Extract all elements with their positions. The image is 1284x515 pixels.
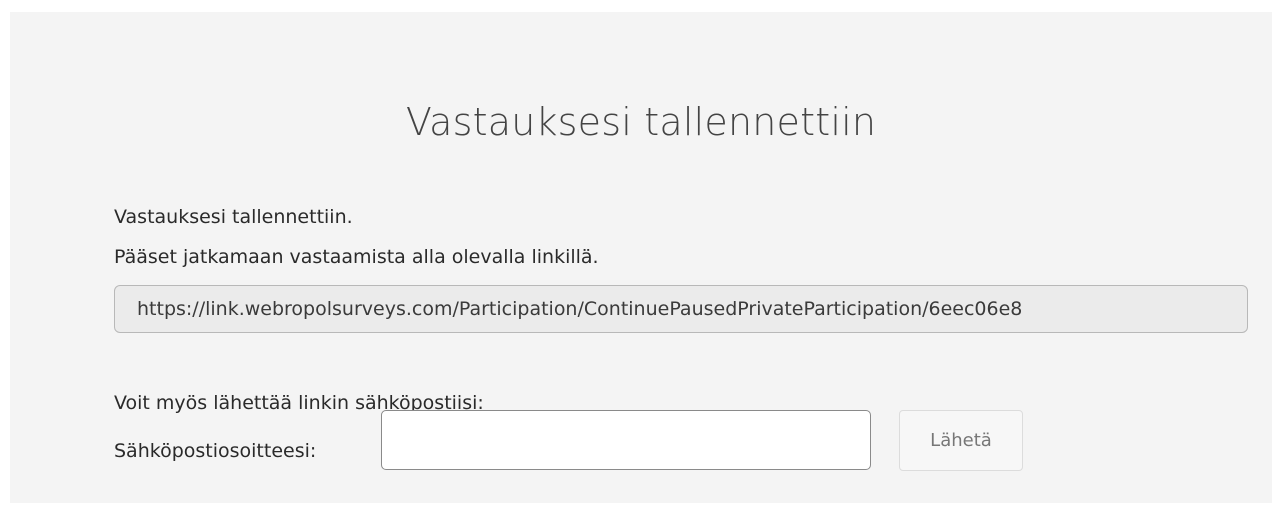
email-label: Sähköpostiosoitteesi: <box>114 440 317 462</box>
send-button[interactable]: Lähetä <box>899 410 1023 471</box>
page-title: Vastauksesi tallennettiin <box>405 100 877 144</box>
continue-link-field[interactable] <box>114 285 1248 333</box>
saved-message: Vastauksesi tallennettiin. <box>114 206 353 228</box>
save-confirmation-panel: Vastauksesi tallennettiin Vastauksesi ta… <box>10 12 1272 503</box>
email-input[interactable] <box>381 410 871 470</box>
continue-instructions: Pääset jatkamaan vastaamista alla oleval… <box>114 246 599 268</box>
